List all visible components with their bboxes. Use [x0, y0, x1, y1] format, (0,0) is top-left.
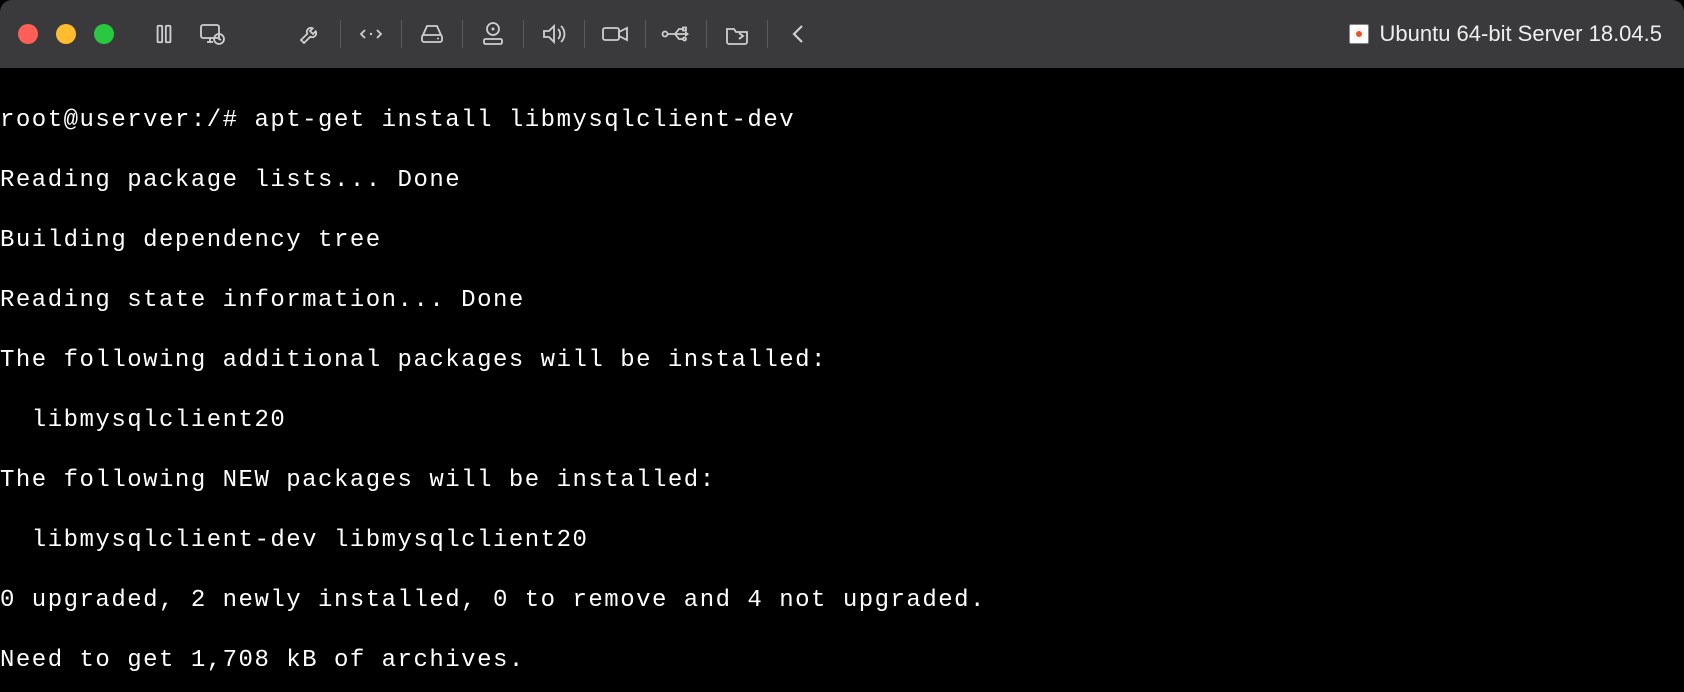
terminal-line: libmysqlclient20 [0, 406, 1684, 436]
terminal-line: 0 upgraded, 2 newly installed, 0 to remo… [0, 586, 1684, 616]
share-folder-icon[interactable] [713, 14, 761, 54]
terminal-line: Reading state information... Done [0, 286, 1684, 316]
toolbar-separator [462, 20, 463, 48]
toolbar-separator [706, 20, 707, 48]
usb-icon[interactable] [652, 14, 700, 54]
toolbar-separator [767, 20, 768, 48]
sound-icon[interactable] [530, 14, 578, 54]
terminal-line: Building dependency tree [0, 226, 1684, 256]
window-titlebar: Ubuntu 64-bit Server 18.04.5 [0, 0, 1684, 68]
window-minimize-button[interactable] [56, 24, 76, 44]
resize-icon[interactable] [347, 14, 395, 54]
toolbar-separator [401, 20, 402, 48]
terminal-line: Reading package lists... Done [0, 166, 1684, 196]
terminal-line: The following additional packages will b… [0, 346, 1684, 376]
camera-icon[interactable] [591, 14, 639, 54]
pause-icon[interactable] [140, 14, 188, 54]
toolbar-separator [645, 20, 646, 48]
toolbar-separator [340, 20, 341, 48]
install-icon[interactable] [469, 14, 517, 54]
toolbar [140, 14, 822, 54]
terminal-line: Need to get 1,708 kB of archives. [0, 646, 1684, 676]
back-icon[interactable] [774, 14, 822, 54]
harddisk-icon[interactable] [408, 14, 456, 54]
terminal-viewport[interactable]: root@userver:/# apt-get install libmysql… [0, 68, 1684, 692]
window-title-area: Ubuntu 64-bit Server 18.04.5 [1349, 0, 1662, 68]
wrench-icon[interactable] [286, 14, 334, 54]
window-zoom-button[interactable] [94, 24, 114, 44]
window-controls [18, 24, 114, 44]
terminal-line: root@userver:/# apt-get install libmysql… [0, 106, 1684, 136]
terminal-line: The following NEW packages will be insta… [0, 466, 1684, 496]
vm-logo-icon [1349, 24, 1369, 44]
window-title: Ubuntu 64-bit Server 18.04.5 [1379, 21, 1662, 47]
toolbar-separator [523, 20, 524, 48]
snapshot-icon[interactable] [188, 14, 236, 54]
terminal-line: libmysqlclient-dev libmysqlclient20 [0, 526, 1684, 556]
toolbar-separator [584, 20, 585, 48]
window-close-button[interactable] [18, 24, 38, 44]
